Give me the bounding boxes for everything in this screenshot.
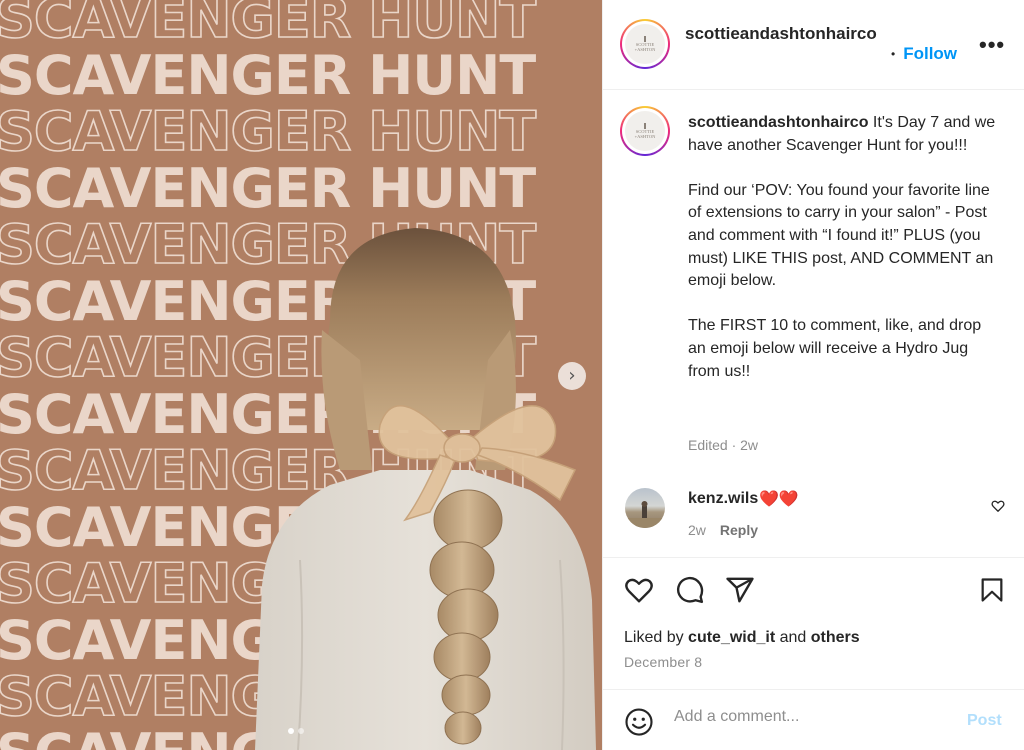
carousel-dot-active [288, 728, 294, 734]
send-icon [726, 577, 754, 603]
caption-avatar[interactable]: SCOTTIE +ASHTON [620, 106, 670, 156]
smiley-icon [625, 708, 653, 736]
liked-by: Liked by cute_wid_it and others [624, 629, 860, 646]
next-slide-button[interactable]: › [558, 362, 586, 390]
liked-by-user[interactable]: cute_wid_it [688, 629, 775, 646]
model-photo [255, 228, 596, 750]
post-header: SCOTTIE +ASHTON scottieandashtonhairco •… [603, 0, 1024, 90]
share-button[interactable] [725, 575, 755, 610]
save-button[interactable] [978, 575, 1006, 610]
post-media[interactable]: SCAVENGER HUNT SCAVENGER HUNT SCAVENGER HU… [0, 0, 602, 750]
caption-edited-meta: Edited · 2w [688, 437, 759, 453]
caption-username[interactable]: scottieandashtonhairco [688, 114, 868, 131]
comment-icon [676, 576, 704, 604]
header-username[interactable]: scottieandashtonhairco [685, 22, 885, 45]
carousel-indicator [288, 728, 304, 734]
comment-like-button[interactable] [991, 499, 1005, 518]
brand-logo: SCOTTIE +ASHTON [625, 111, 665, 151]
commenter-avatar[interactable] [625, 488, 665, 528]
like-button[interactable] [624, 575, 654, 610]
commenter-photo [625, 501, 665, 528]
heart-icon [991, 500, 1005, 512]
comment-input[interactable] [674, 708, 954, 726]
reply-button[interactable]: Reply [720, 522, 758, 538]
heart-icon [625, 578, 653, 603]
post-details-panel: SCOTTIE +ASHTON scottieandashtonhairco •… [602, 0, 1024, 750]
post-comment-button[interactable]: Post [967, 712, 1002, 730]
figure-icon [644, 35, 646, 42]
bookmark-icon [981, 578, 1003, 602]
caption-body: It's Day 7 and we have another Scavenger… [688, 114, 996, 380]
comment-username[interactable]: kenz.wils [688, 490, 758, 508]
follow-button[interactable]: Follow [903, 44, 957, 64]
add-comment-bar: Post [603, 689, 1024, 750]
caption-text: scottieandashtonhairco It's Day 7 and we… [688, 112, 998, 383]
figure-icon [644, 122, 646, 129]
comment-text: ❤️❤️ [759, 491, 799, 508]
separator-dot: • [891, 47, 896, 61]
comment-item: kenz.wils ❤️❤️ 2w Reply [603, 485, 1024, 545]
brand-logo: SCOTTIE +ASHTON [625, 24, 665, 64]
more-options-icon[interactable]: ••• [979, 34, 1005, 56]
carousel-dot [298, 728, 304, 734]
chevron-right-icon: › [568, 365, 576, 386]
emoji-button[interactable] [624, 707, 654, 742]
liked-by-others[interactable]: others [811, 629, 860, 646]
avatar[interactable]: SCOTTIE +ASHTON [620, 19, 670, 69]
post-date[interactable]: December 8 [624, 654, 702, 670]
comment-time: 2w [688, 522, 706, 538]
comment-button[interactable] [675, 575, 705, 610]
post-actions: Liked by cute_wid_it and others December… [603, 557, 1024, 689]
